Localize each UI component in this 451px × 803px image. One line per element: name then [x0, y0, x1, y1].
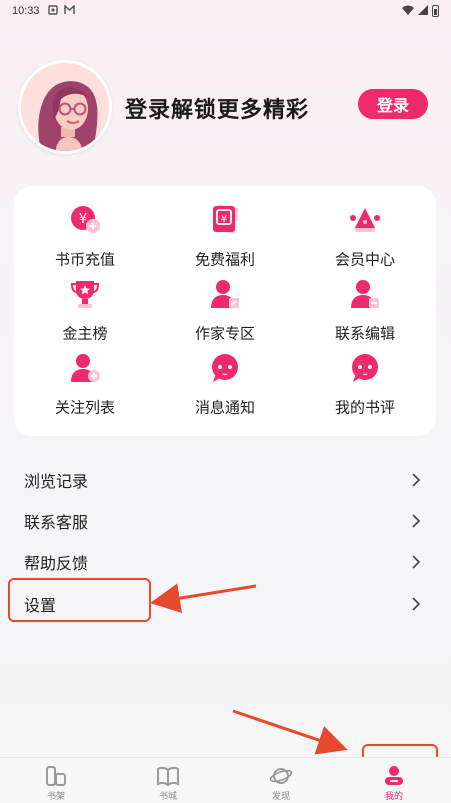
login-button[interactable]: 登录 — [358, 89, 428, 119]
grid-item-membership[interactable]: 会员中心 — [305, 204, 425, 274]
grid-label: 消息通知 — [194, 398, 255, 417]
grid-item-notifications[interactable]: 消息通知 — [165, 352, 285, 422]
message-icon — [209, 352, 241, 384]
bottom-tab-bar: 书架 书城 发现 我的 — [0, 757, 451, 803]
tab-bookstore[interactable]: 书城 — [112, 758, 224, 803]
grid-item-my-reviews[interactable]: 我的书评 — [305, 352, 425, 422]
grid-label: 我的书评 — [334, 398, 395, 417]
menu-item-customer-service[interactable]: 联系客服 — [0, 501, 451, 541]
tab-discover[interactable]: 发现 — [225, 758, 337, 803]
gift-card-icon: ¥ — [209, 204, 241, 236]
signal-icon — [418, 4, 428, 18]
avatar[interactable] — [18, 60, 112, 154]
coin-icon: ¥ — [69, 204, 101, 236]
chevron-right-icon — [412, 555, 421, 569]
tab-label: 发现 — [271, 792, 290, 802]
mail-icon — [63, 3, 75, 18]
menu-label: 联系客服 — [24, 513, 89, 532]
editor-icon — [349, 278, 381, 310]
profile-icon — [382, 765, 406, 787]
chevron-right-icon — [412, 473, 421, 487]
grid-item-follow-list[interactable]: 关注列表 — [25, 352, 145, 422]
tab-bookshelf[interactable]: 书架 — [0, 758, 112, 803]
review-icon — [349, 352, 381, 384]
battery-icon — [432, 5, 439, 17]
grid-item-contact-editor[interactable]: 联系编辑 — [305, 278, 425, 348]
grid-item-recharge[interactable]: ¥ 书币充值 — [25, 204, 145, 274]
crown-icon — [349, 204, 381, 236]
profile-header: 登录解锁更多精彩 登录 — [18, 60, 438, 154]
bookshelf-icon — [44, 765, 68, 787]
grid-label: 免费福利 — [194, 250, 255, 269]
status-bar: 10:33 — [0, 0, 451, 22]
grid-label: 会员中心 — [334, 250, 395, 269]
grid-label: 联系编辑 — [334, 324, 395, 343]
tab-label: 书架 — [46, 792, 65, 802]
trophy-icon — [69, 278, 101, 310]
tab-label: 书城 — [158, 792, 177, 802]
svg-text:¥: ¥ — [221, 214, 227, 225]
chevron-right-icon — [412, 597, 421, 611]
book-icon — [156, 765, 180, 787]
tab-profile[interactable]: 我的 — [338, 758, 450, 803]
menu-label: 帮助反馈 — [24, 554, 89, 573]
grid-item-free-welfare[interactable]: ¥ 免费福利 — [165, 204, 285, 274]
grid-item-writer-zone[interactable]: 作家专区 — [165, 278, 285, 348]
login-prompt[interactable]: 登录解锁更多精彩 — [125, 92, 309, 124]
annotation-box-settings — [8, 578, 151, 622]
writer-icon — [209, 278, 241, 310]
grid-label: 作家专区 — [194, 324, 255, 343]
chevron-right-icon — [412, 514, 421, 528]
svg-text:¥: ¥ — [79, 212, 87, 227]
grid-label: 金主榜 — [62, 324, 108, 343]
notification-icon — [47, 4, 58, 18]
planet-icon — [269, 765, 293, 787]
annotation-arrow — [232, 709, 348, 755]
grid-item-sponsor-board[interactable]: 金主榜 — [25, 278, 145, 348]
tab-label: 我的 — [384, 792, 403, 802]
follow-icon — [69, 352, 101, 384]
wifi-icon — [402, 5, 414, 18]
menu-item-history[interactable]: 浏览记录 — [0, 460, 451, 500]
menu-label: 浏览记录 — [24, 472, 89, 491]
grid-label: 关注列表 — [54, 398, 115, 417]
menu-item-help-feedback[interactable]: 帮助反馈 — [0, 542, 451, 582]
feature-grid: ¥ 书币充值 ¥ 免费福利 会员中心 金主榜 作家专区 联系编辑 关注列表 消息… — [14, 186, 436, 436]
grid-label: 书币充值 — [54, 250, 115, 269]
status-time: 10:33 — [12, 5, 40, 17]
